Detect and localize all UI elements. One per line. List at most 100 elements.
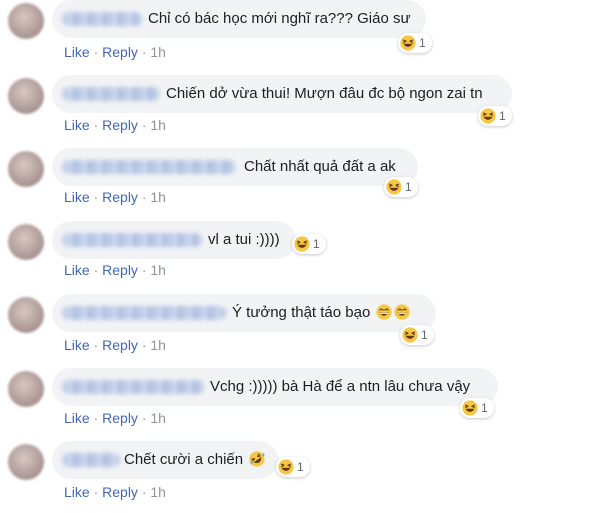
grinning-squinting-emoji-icon	[394, 304, 410, 320]
comment-item: vl a tui :)))) 1 Like · Reply · 1h	[0, 221, 600, 285]
comment-item: Chiến dở vừa thui! Mượn đâu đc bộ ngon z…	[0, 75, 600, 139]
separator: ·	[141, 189, 147, 205]
separator: ·	[93, 117, 99, 133]
commenter-name[interactable]	[62, 233, 202, 247]
rolling-on-floor-laughing-emoji-icon	[249, 451, 265, 467]
haha-emoji-icon	[294, 236, 310, 252]
separator: ·	[141, 484, 147, 500]
separator: ·	[93, 189, 99, 205]
reply-link[interactable]: Reply	[102, 117, 138, 133]
separator: ·	[141, 262, 147, 278]
reply-link[interactable]: Reply	[102, 410, 138, 426]
separator: ·	[93, 44, 99, 60]
commenter-name[interactable]	[62, 160, 236, 174]
like-link[interactable]: Like	[64, 410, 90, 426]
comment-timestamp[interactable]: 1h	[150, 337, 166, 353]
separator: ·	[93, 337, 99, 353]
comment-item: Vchg :))))) bà Hà để a ntn lâu chưa vậy …	[0, 368, 600, 432]
haha-emoji-icon	[400, 35, 416, 51]
reply-link[interactable]: Reply	[102, 189, 138, 205]
commenter-name[interactable]	[62, 453, 120, 467]
reaction-badge[interactable]: 1	[398, 33, 432, 53]
separator: ·	[141, 337, 147, 353]
comment-actions: Like · Reply · 1h	[64, 336, 166, 354]
reaction-badge[interactable]: 1	[292, 234, 326, 254]
comment-actions: Like · Reply · 1h	[64, 409, 166, 427]
reaction-badge[interactable]: 1	[384, 177, 418, 197]
comment-timestamp[interactable]: 1h	[150, 410, 166, 426]
reaction-badge[interactable]: 1	[276, 457, 310, 477]
comment-timestamp[interactable]: 1h	[150, 484, 166, 500]
haha-emoji-icon	[386, 179, 402, 195]
haha-emoji-icon	[278, 459, 294, 475]
comment-actions: Like · Reply · 1h	[64, 43, 166, 61]
reply-link[interactable]: Reply	[102, 262, 138, 278]
reaction-count: 1	[419, 36, 426, 50]
reaction-count: 1	[499, 109, 506, 123]
haha-emoji-icon	[462, 400, 478, 416]
commenter-name[interactable]	[62, 12, 142, 26]
avatar[interactable]	[8, 297, 44, 333]
reaction-badge[interactable]: 1	[400, 325, 434, 345]
haha-emoji-icon	[402, 327, 418, 343]
comment-text: Chỉ có bác học mới nghĩ ra??? Giáo sư	[148, 10, 411, 27]
reaction-count: 1	[297, 460, 304, 474]
comment-timestamp[interactable]: 1h	[150, 262, 166, 278]
comment-item: Chỉ có bác học mới nghĩ ra??? Giáo sư 1 …	[0, 0, 600, 64]
separator: ·	[93, 262, 99, 278]
comment-actions: Like · Reply · 1h	[64, 188, 166, 206]
avatar[interactable]	[8, 371, 44, 407]
comment-timestamp[interactable]: 1h	[150, 189, 166, 205]
comment-bubble: vl a tui :))))	[52, 221, 296, 259]
comment-text: Vchg :))))) bà Hà để a ntn lâu chưa vậy	[210, 378, 471, 395]
reaction-badge[interactable]: 1	[460, 398, 494, 418]
commenter-name[interactable]	[62, 380, 204, 394]
separator: ·	[141, 410, 147, 426]
comment-text: Ý tưởng thật táo bạo	[232, 303, 410, 323]
commenter-name[interactable]	[62, 87, 160, 101]
reaction-count: 1	[481, 401, 488, 415]
avatar[interactable]	[8, 224, 44, 260]
reaction-badge[interactable]: 1	[478, 106, 512, 126]
like-link[interactable]: Like	[64, 484, 90, 500]
commenter-name[interactable]	[62, 306, 226, 320]
comment-bubble: Chỉ có bác học mới nghĩ ra??? Giáo sư	[52, 0, 426, 38]
comment-timestamp[interactable]: 1h	[150, 44, 166, 60]
separator: ·	[93, 484, 99, 500]
comment-bubble: Chết cười a chiến	[52, 441, 278, 479]
comment-actions: Like · Reply · 1h	[64, 116, 166, 134]
comment-bubble: Chiến dở vừa thui! Mượn đâu đc bộ ngon z…	[52, 75, 512, 113]
like-link[interactable]: Like	[64, 117, 90, 133]
reaction-count: 1	[421, 328, 428, 342]
like-link[interactable]: Like	[64, 262, 90, 278]
haha-emoji-icon	[480, 108, 496, 124]
comment-text-body: Chết cười a chiến	[124, 451, 244, 468]
comment-text: Chiến dở vừa thui! Mượn đâu đc bộ ngon z…	[166, 85, 483, 102]
reply-link[interactable]: Reply	[102, 337, 138, 353]
comment-actions: Like · Reply · 1h	[64, 261, 166, 279]
comment-text: Chết cười a chiến	[124, 450, 265, 470]
reply-link[interactable]: Reply	[102, 484, 138, 500]
comment-timestamp[interactable]: 1h	[150, 117, 166, 133]
like-link[interactable]: Like	[64, 189, 90, 205]
comment-item: Chất nhất quả đất a ak 1 Like · Reply · …	[0, 148, 600, 212]
comment-item: Ý tưởng thật táo bạo 1 Like · Reply · 1h	[0, 294, 600, 358]
comment-bubble: Vchg :))))) bà Hà để a ntn lâu chưa vậy	[52, 368, 498, 406]
comment-bubble: Ý tưởng thật táo bạo	[52, 294, 436, 332]
comment-text: Chất nhất quả đất a ak	[244, 158, 396, 175]
separator: ·	[141, 44, 147, 60]
reaction-count: 1	[313, 237, 320, 251]
avatar[interactable]	[8, 78, 44, 114]
comment-text: vl a tui :))))	[208, 231, 280, 248]
comment-actions: Like · Reply · 1h	[64, 483, 166, 501]
avatar[interactable]	[8, 151, 44, 187]
comment-text-body: Ý tưởng thật táo bạo	[232, 304, 371, 321]
reply-link[interactable]: Reply	[102, 44, 138, 60]
separator: ·	[93, 410, 99, 426]
grinning-squinting-emoji-icon	[376, 304, 392, 320]
reaction-count: 1	[405, 180, 412, 194]
like-link[interactable]: Like	[64, 44, 90, 60]
like-link[interactable]: Like	[64, 337, 90, 353]
avatar[interactable]	[8, 3, 44, 39]
avatar[interactable]	[8, 444, 44, 480]
